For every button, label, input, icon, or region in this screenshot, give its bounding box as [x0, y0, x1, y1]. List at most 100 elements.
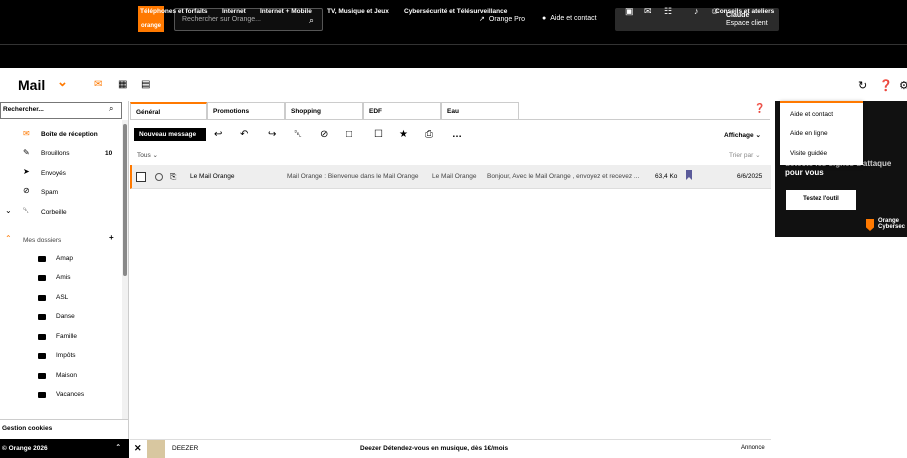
mail-date: 6/6/2025 — [737, 173, 763, 180]
spam-block-icon[interactable]: ⊘ — [320, 129, 328, 140]
subfolder-maison[interactable]: Maison — [56, 372, 77, 379]
mail-checkbox[interactable] — [136, 172, 146, 182]
folder-icon — [38, 275, 46, 281]
mail-toolbar — [130, 119, 770, 149]
apps-grid-icon[interactable]: ☷ — [664, 6, 672, 17]
sort-dropdown[interactable]: Trier par ⌄ — [729, 151, 761, 159]
delete-icon[interactable]: ␡ — [294, 129, 302, 140]
nav-cybersecurite[interactable]: Cybersécurité et Télésurveillance — [404, 8, 507, 15]
card-icon[interactable]: ▣ — [625, 6, 634, 17]
folder-icon — [38, 392, 46, 398]
sent-icon: ➤ — [23, 167, 30, 176]
ad-brand-name: DEEZER — [172, 445, 199, 452]
trash-icon: ␡ — [23, 206, 30, 215]
star-icon[interactable]: ★ — [399, 129, 408, 140]
calendar-icon[interactable]: ▦ — [118, 79, 127, 90]
mail-app-icon[interactable]: ✉ — [94, 79, 102, 90]
help-icon[interactable]: ❓ — [879, 79, 893, 92]
mail-preview: Bonjour, Avec le Mail Orange , envoyez e… — [487, 173, 640, 180]
menu-item-aide-contact[interactable]: Aide et contact — [790, 111, 833, 118]
my-folders-header: Mes dossiers — [23, 237, 62, 244]
sidebar-scroll-thumb[interactable] — [123, 124, 127, 276]
more-icon[interactable]: … — [452, 129, 462, 140]
folder-sent[interactable]: Envoyés — [41, 170, 66, 177]
help-contact-link[interactable]: ● Aide et contact — [542, 15, 597, 22]
add-folder-icon[interactable]: + — [109, 233, 114, 242]
nav-internet[interactable]: Internet — [222, 8, 246, 15]
external-link-icon: ↗ — [479, 16, 485, 23]
nav-conseils[interactable]: Conseils et ateliers — [715, 8, 774, 15]
notification-bell-icon[interactable]: ♪ — [694, 6, 699, 16]
print-icon[interactable]: ⎙ — [425, 129, 433, 140]
subfolder-famille[interactable]: Famille — [56, 333, 77, 340]
new-message-button[interactable]: Nouveau message — [134, 128, 206, 141]
tab-general[interactable]: Général — [130, 102, 207, 119]
attachment-icon: ⎘ — [170, 172, 177, 181]
tab-edf[interactable]: EDF — [363, 102, 441, 119]
search-icon[interactable]: ⌕ — [109, 104, 113, 114]
ad-thumbnail — [147, 440, 165, 458]
mail-from: Le Mail Orange — [432, 173, 477, 180]
main-nav — [0, 44, 907, 68]
folder-inbox[interactable]: Boîte de réception — [41, 131, 98, 138]
read-status-radio[interactable] — [155, 173, 163, 181]
menu-item-aide-en-ligne[interactable]: Aide en ligne — [790, 130, 828, 137]
inbox-icon: ✉ — [23, 129, 30, 138]
mail-search-input[interactable]: Rechercher... — [0, 102, 122, 119]
drafts-count: 10 — [105, 150, 113, 157]
chevron-down-icon: ⌄ — [152, 152, 158, 159]
reply-all-icon[interactable]: ↶ — [240, 129, 248, 140]
mail-icon[interactable]: ✉ — [644, 6, 652, 17]
gear-icon[interactable]: ⚙ — [899, 79, 907, 92]
drafts-icon: ✎ — [23, 148, 30, 157]
folder-drafts[interactable]: Brouillons — [41, 150, 70, 157]
subfolder-asl[interactable]: ASL — [56, 294, 68, 301]
move-folder-icon[interactable]: □ — [346, 129, 352, 140]
folder-icon — [38, 334, 46, 340]
subfolder-vacances[interactable]: Vacances — [56, 391, 84, 398]
reply-icon[interactable]: ↩ — [214, 129, 222, 140]
search-icon[interactable]: ⌕ — [309, 15, 314, 26]
chevron-down-icon[interactable]: ⌄ — [5, 206, 12, 215]
ad-label: Annonce — [741, 445, 765, 451]
app-title: Mail — [18, 77, 46, 93]
chat-icon: ● — [542, 15, 547, 22]
refresh-icon[interactable]: ↻ — [858, 79, 867, 92]
copyright-footer: © Orange 2026 ⌃ — [0, 439, 129, 458]
app-bar — [0, 68, 907, 101]
chevron-up-icon[interactable]: ⌃ — [116, 443, 121, 451]
nav-tv-musique[interactable]: TV, Musique et Jeux — [327, 8, 389, 15]
tab-promotions[interactable]: Promotions — [207, 102, 285, 119]
help-circle-icon[interactable]: ❓ — [754, 103, 765, 114]
folder-icon — [38, 314, 46, 320]
contacts-icon[interactable]: ▤ — [141, 79, 150, 90]
subfolder-amis[interactable]: Amis — [56, 274, 70, 281]
tab-shopping[interactable]: Shopping — [285, 102, 363, 119]
mail-size: 63,4 Ko — [655, 173, 678, 180]
menu-item-visite-guidee[interactable]: Visite guidée — [790, 150, 827, 157]
chevron-down-icon[interactable]: ⌄ — [57, 74, 68, 90]
ad-brand: Orange Cybersec — [878, 218, 906, 230]
category-tabs: Général Promotions Shopping EDF Eau — [130, 102, 770, 119]
orange-pro-link[interactable]: ↗ Orange Pro — [479, 15, 525, 24]
subfolder-impots[interactable]: Impôts — [56, 352, 76, 359]
folder-icon — [38, 373, 46, 379]
nav-telephones[interactable]: Téléphones et forfaits — [140, 8, 208, 15]
filter-dropdown[interactable]: Tous ⌄ — [137, 151, 158, 159]
cookies-link[interactable]: Gestion cookies — [2, 425, 52, 432]
nav-internet-mobile[interactable]: Internet + Mobile — [260, 8, 312, 15]
chevron-up-icon[interactable]: ⌃ — [5, 234, 12, 243]
view-dropdown[interactable]: Affichage ⌄ — [724, 131, 761, 139]
subfolder-amap[interactable]: Amap — [56, 255, 73, 262]
ad-cta-button[interactable]: Testez l'outil — [786, 190, 856, 210]
bookmark-icon[interactable]: ☐ — [374, 129, 383, 140]
folder-trash[interactable]: Corbeille — [41, 209, 67, 216]
subfolder-danse[interactable]: Danse — [56, 313, 75, 320]
divider — [0, 419, 129, 420]
forward-icon[interactable]: ↪ — [268, 129, 276, 140]
folder-spam[interactable]: Spam — [41, 189, 58, 196]
close-icon[interactable]: ✕ — [134, 443, 142, 454]
mail-sender: Le Mail Orange — [190, 173, 235, 180]
chevron-down-icon: ⌄ — [755, 152, 761, 159]
tab-eau[interactable]: Eau — [441, 102, 519, 119]
